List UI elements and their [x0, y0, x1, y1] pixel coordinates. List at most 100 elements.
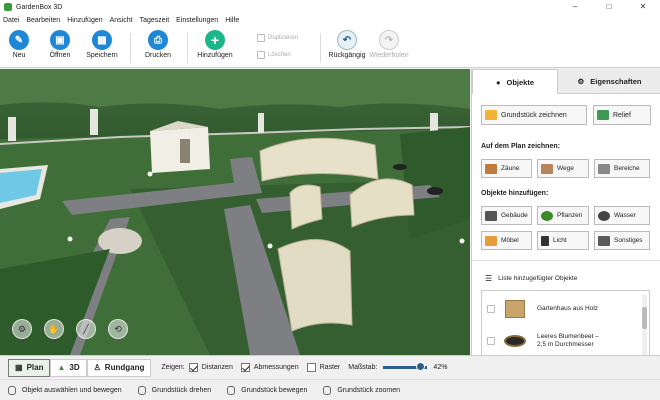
grid-label: Raster	[319, 364, 341, 371]
menu-ansicht[interactable]: Ansicht	[110, 17, 133, 24]
right-panel: ● Objekte ⚙ Eigenschaften Grundstück zei…	[471, 69, 660, 356]
garden-3d-viewport[interactable]: ⚙ ✋ ╱ ⟲	[0, 69, 470, 355]
plants-button[interactable]: Pflanzen	[537, 206, 589, 225]
menu-bearbeiten[interactable]: Bearbeiten	[26, 17, 60, 24]
scale-label: Maßstab:	[348, 364, 378, 371]
object-list-heading: ☰ Liste hinzugefügter Objekte	[485, 274, 577, 283]
menu-bar: Datei Bearbeiten Hinzufügen Ansicht Tage…	[0, 14, 660, 27]
print-button[interactable]: ⎙ Drucken	[135, 30, 181, 59]
fences-button[interactable]: Zäune	[481, 159, 532, 178]
close-icon[interactable]: ✕	[626, 0, 660, 14]
scrollbar[interactable]	[642, 295, 647, 355]
buildings-label: Gebäude	[501, 212, 528, 219]
water-button[interactable]: Wasser	[594, 206, 650, 225]
misc-icon	[598, 235, 610, 246]
relief-button[interactable]: Relief	[593, 105, 651, 125]
misc-button[interactable]: Sonstiges	[594, 231, 650, 250]
menu-datei[interactable]: Datei	[3, 17, 19, 24]
maximize-icon[interactable]: □	[592, 0, 626, 14]
add-label: Hinzufügen	[197, 52, 233, 59]
duplicate-label: Duplizieren	[268, 35, 299, 41]
visibility-checkbox[interactable]	[487, 305, 495, 313]
menu-hinzufuegen[interactable]: Hinzufügen	[67, 17, 102, 24]
areas-button[interactable]: Bereiche	[594, 159, 650, 178]
grid-check[interactable]	[306, 363, 316, 372]
lamp[interactable]	[67, 236, 73, 242]
plus-icon: +	[205, 30, 225, 50]
visibility-checkbox[interactable]	[487, 337, 495, 345]
dimensions-checkbox[interactable]: Abmessungen	[240, 363, 299, 372]
flower-bed-thumbnail	[501, 329, 529, 353]
menu-hilfe[interactable]: Hilfe	[225, 17, 239, 24]
plan-view-button[interactable]: ▦ Plan	[8, 358, 51, 377]
relief-label: Relief	[613, 111, 631, 119]
flower-bed[interactable]	[427, 187, 443, 195]
status-move: Grundstück bewegen	[227, 385, 308, 395]
undo-button[interactable]: ↶ Rückgängig	[324, 30, 370, 59]
list-item-label: Gartenhaus aus Holz	[537, 305, 599, 312]
distances-label: Distanzen	[201, 364, 233, 371]
draw-section-heading: Auf dem Plan zeichnen:	[481, 143, 560, 150]
walk-icon[interactable]: ⟲	[108, 319, 128, 339]
tilt-icon[interactable]: ╱	[76, 319, 96, 339]
mouse-left-icon	[8, 385, 16, 395]
fence-icon	[485, 163, 497, 174]
furniture-button[interactable]: Möbel	[481, 231, 532, 250]
delete-button[interactable]: Löschen	[257, 51, 291, 59]
menu-einstellungen[interactable]: Einstellungen	[176, 17, 218, 24]
status-move-text: Grundstück bewegen	[241, 386, 308, 394]
save-button[interactable]: ▩ Speichern	[79, 30, 125, 59]
garden-scene[interactable]	[0, 69, 470, 355]
areas-label: Bereiche	[614, 165, 640, 172]
path-icon	[541, 163, 553, 174]
zoom-slider[interactable]	[383, 362, 428, 371]
draw-plot-button[interactable]: Grundstück zeichnen	[481, 105, 587, 125]
new-button[interactable]: ✎ Neu	[0, 30, 42, 59]
buildings-button[interactable]: Gebäude	[481, 206, 532, 225]
zoom-control-icon[interactable]: ⚙	[12, 319, 32, 339]
minimize-icon[interactable]: –	[558, 0, 592, 14]
distances-checkbox[interactable]: Distanzen	[188, 363, 233, 372]
paths-button[interactable]: Wege	[537, 159, 589, 178]
plan-label: Plan	[26, 363, 44, 372]
tab-objekte-label: Objekte	[506, 77, 535, 87]
walkthrough-button[interactable]: ♙ Rundgang	[86, 358, 152, 377]
status-select-move-text: Objekt auswählen und bewegen	[22, 386, 122, 394]
lamp[interactable]	[147, 171, 153, 177]
object-list[interactable]: Gartenhaus aus Holz Leeres Blumenbeet –2…	[481, 290, 650, 356]
lamp-icon	[541, 235, 549, 246]
list-item[interactable]: Leeres Blumenbeet –2,5 m Durchmesser	[482, 324, 637, 355]
mouse-middle-icon	[227, 385, 236, 395]
list-item[interactable]: Gartenhaus aus Holz	[482, 292, 637, 326]
water-icon	[598, 210, 610, 221]
3d-view-button[interactable]: ▲ 3D	[50, 358, 87, 377]
flower-bed[interactable]	[393, 164, 407, 170]
plant-icon	[541, 210, 553, 221]
fences-label: Zäune	[501, 165, 520, 172]
zoom-slider-knob[interactable]	[416, 362, 426, 371]
fence-post	[258, 113, 264, 133]
tab-objekte[interactable]: ● Objekte	[472, 69, 558, 94]
distances-check[interactable]	[188, 363, 198, 372]
open-button[interactable]: ▣ Öffnen	[37, 30, 83, 59]
print-label: Drucken	[144, 52, 172, 59]
show-label: Zeigen:	[161, 364, 185, 371]
add-button[interactable]: + Hinzufügen	[192, 30, 238, 59]
water-label: Wasser	[614, 212, 636, 219]
tab-eigenschaften[interactable]: ⚙ Eigenschaften	[558, 69, 660, 94]
redo-button[interactable]: ↷ Wiederholen	[366, 30, 412, 59]
light-button[interactable]: Licht	[537, 231, 589, 250]
lamp[interactable]	[267, 243, 273, 249]
lamp[interactable]	[459, 238, 465, 244]
plants-label: Pflanzen	[557, 212, 583, 219]
undo-label: Rückgängig	[328, 52, 366, 59]
garden-house-thumbnail	[501, 297, 529, 321]
menu-tageszeit[interactable]: Tageszeit	[140, 17, 170, 24]
app-logo-icon	[4, 3, 12, 11]
dimensions-check[interactable]	[240, 363, 250, 372]
relief-icon	[597, 110, 609, 120]
grid-checkbox[interactable]: Raster	[306, 363, 341, 372]
duplicate-button[interactable]: Duplizieren	[257, 34, 298, 42]
scrollbar-thumb[interactable]	[642, 307, 647, 329]
hand-move-icon[interactable]: ✋	[44, 319, 64, 339]
